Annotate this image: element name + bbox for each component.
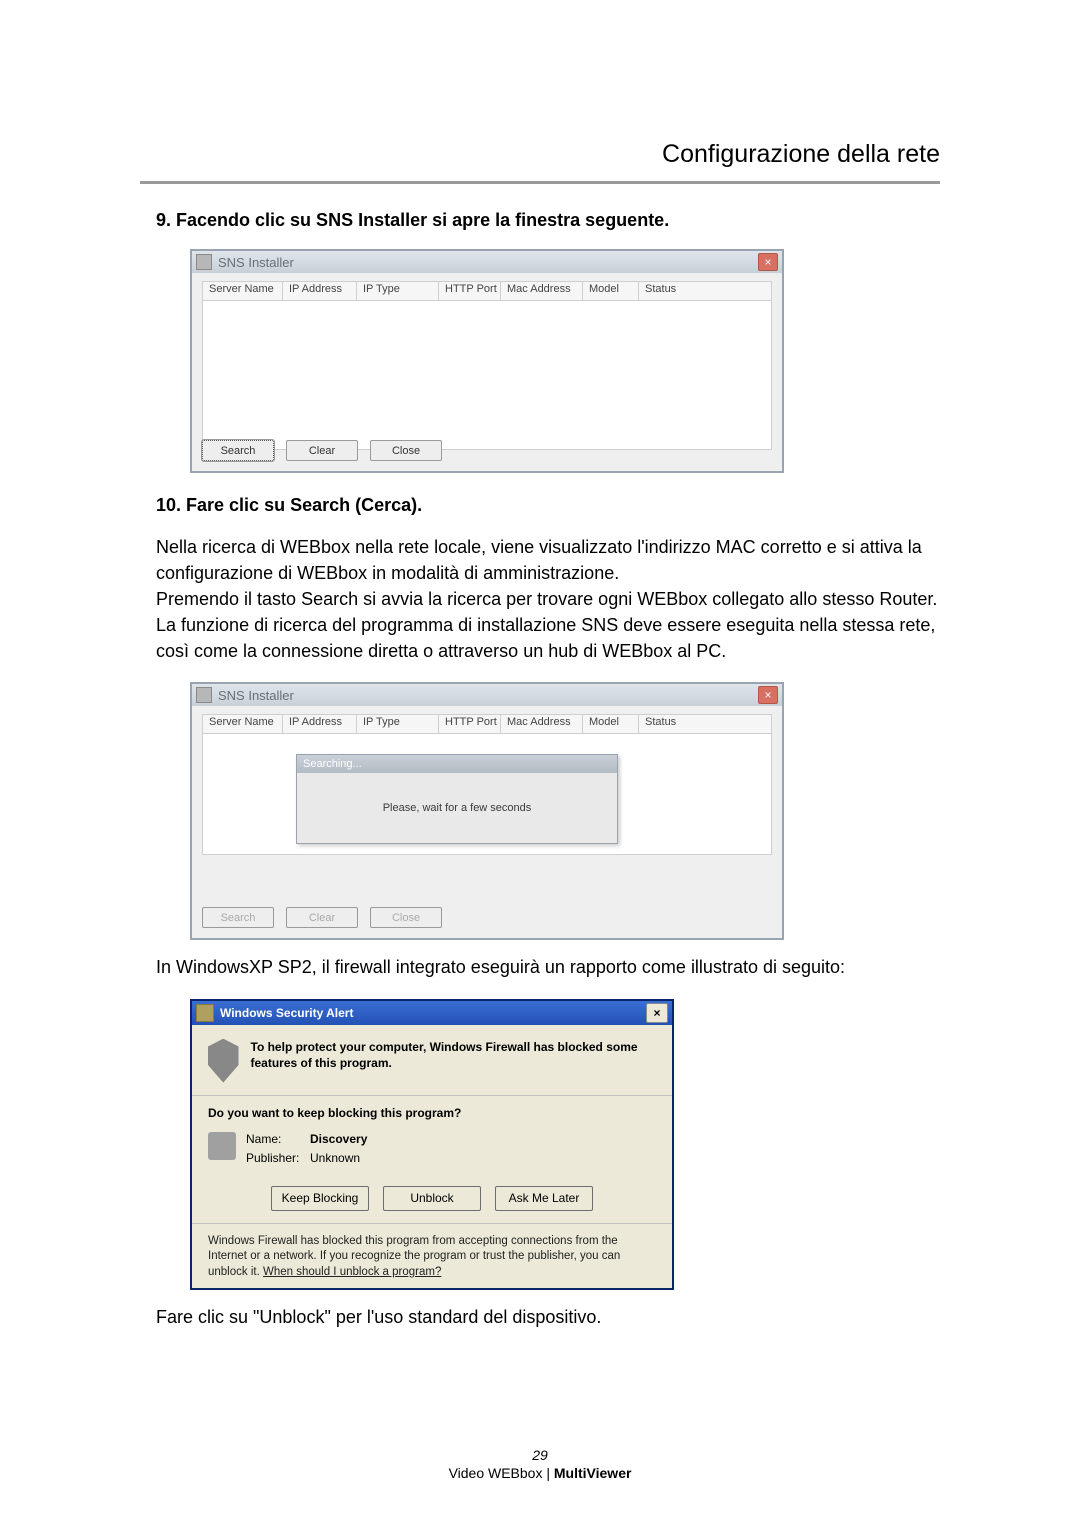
- step-10-heading: 10. Fare clic su Search (Cerca).: [156, 495, 940, 516]
- window-title: SNS Installer: [218, 688, 294, 703]
- close-button: Close: [370, 907, 442, 928]
- firewall-intro-text: In WindowsXP SP2, il firewall integrato …: [156, 954, 940, 980]
- product-subtitle: MultiViewer: [554, 1465, 632, 1481]
- searching-dialog: Searching... Please, wait for a few seco…: [296, 754, 618, 844]
- publisher-value: Unknown: [310, 1151, 360, 1165]
- name-label: Name:: [246, 1130, 310, 1149]
- program-name: Discovery: [310, 1132, 367, 1146]
- page-footer: 29 Video WEBbox | MultiViewer: [0, 1447, 1080, 1481]
- sns-installer-window: SNS Installer × Server Name IP Address I…: [190, 249, 784, 473]
- search-button[interactable]: Search: [202, 440, 274, 461]
- close-icon[interactable]: ×: [646, 1003, 668, 1023]
- unblock-help-link[interactable]: When should I unblock a program?: [263, 1266, 441, 1278]
- window-title: SNS Installer: [218, 255, 294, 270]
- ask-later-button[interactable]: Ask Me Later: [495, 1186, 593, 1211]
- unblock-instruction: Fare clic su "Unblock" per l'uso standar…: [156, 1304, 940, 1330]
- alert-question: Do you want to keep blocking this progra…: [208, 1106, 656, 1120]
- results-list[interactable]: [202, 301, 772, 450]
- close-icon[interactable]: ×: [758, 686, 778, 704]
- col-ip-type[interactable]: IP Type: [357, 715, 439, 733]
- shield-icon: [208, 1039, 239, 1083]
- col-ip-address[interactable]: IP Address: [283, 715, 357, 733]
- window-titlebar: SNS Installer ×: [192, 684, 782, 706]
- clear-button: Clear: [286, 907, 358, 928]
- col-mac-address[interactable]: Mac Address: [501, 715, 583, 733]
- col-model[interactable]: Model: [583, 282, 639, 300]
- col-status[interactable]: Status: [639, 282, 707, 300]
- divider: [192, 1095, 672, 1096]
- unblock-button[interactable]: Unblock: [383, 1186, 481, 1211]
- searching-message: Please, wait for a few seconds: [297, 773, 617, 843]
- results-header: Server Name IP Address IP Type HTTP Port…: [202, 714, 772, 734]
- alert-message: To help protect your computer, Windows F…: [251, 1039, 657, 1071]
- publisher-label: Publisher:: [246, 1149, 310, 1168]
- page-number: 29: [0, 1447, 1080, 1463]
- keep-blocking-button[interactable]: Keep Blocking: [271, 1186, 369, 1211]
- col-server-name[interactable]: Server Name: [203, 282, 283, 300]
- results-header: Server Name IP Address IP Type HTTP Port…: [202, 281, 772, 301]
- close-icon[interactable]: ×: [758, 253, 778, 271]
- alert-title: Windows Security Alert: [220, 1006, 353, 1020]
- col-ip-type[interactable]: IP Type: [357, 282, 439, 300]
- sns-installer-window-searching: SNS Installer × Server Name IP Address I…: [190, 682, 784, 940]
- app-icon: [196, 254, 212, 270]
- window-titlebar: SNS Installer ×: [192, 251, 782, 273]
- alert-titlebar: Windows Security Alert ×: [192, 1001, 672, 1025]
- col-ip-address[interactable]: IP Address: [283, 282, 357, 300]
- col-http-port[interactable]: HTTP Port: [439, 282, 501, 300]
- page-title: Configurazione della rete: [140, 140, 940, 169]
- col-http-port[interactable]: HTTP Port: [439, 715, 501, 733]
- search-button: Search: [202, 907, 274, 928]
- divider: [192, 1223, 672, 1224]
- close-button[interactable]: Close: [370, 440, 442, 461]
- product-name: Video WEBbox |: [449, 1465, 554, 1481]
- col-mac-address[interactable]: Mac Address: [501, 282, 583, 300]
- shield-icon: [196, 1004, 214, 1022]
- step-10-description: Nella ricerca di WEBbox nella rete local…: [156, 534, 940, 664]
- col-status[interactable]: Status: [639, 715, 707, 733]
- searching-title: Searching...: [297, 755, 617, 773]
- clear-button[interactable]: Clear: [286, 440, 358, 461]
- col-server-name[interactable]: Server Name: [203, 715, 283, 733]
- windows-security-alert: Windows Security Alert × To help protect…: [190, 999, 674, 1291]
- col-model[interactable]: Model: [583, 715, 639, 733]
- alert-note: Windows Firewall has blocked this progra…: [208, 1234, 656, 1281]
- program-icon: [208, 1132, 236, 1160]
- header-divider: [140, 181, 940, 184]
- app-icon: [196, 687, 212, 703]
- step-9-heading: 9. Facendo clic su SNS Installer si apre…: [156, 210, 940, 231]
